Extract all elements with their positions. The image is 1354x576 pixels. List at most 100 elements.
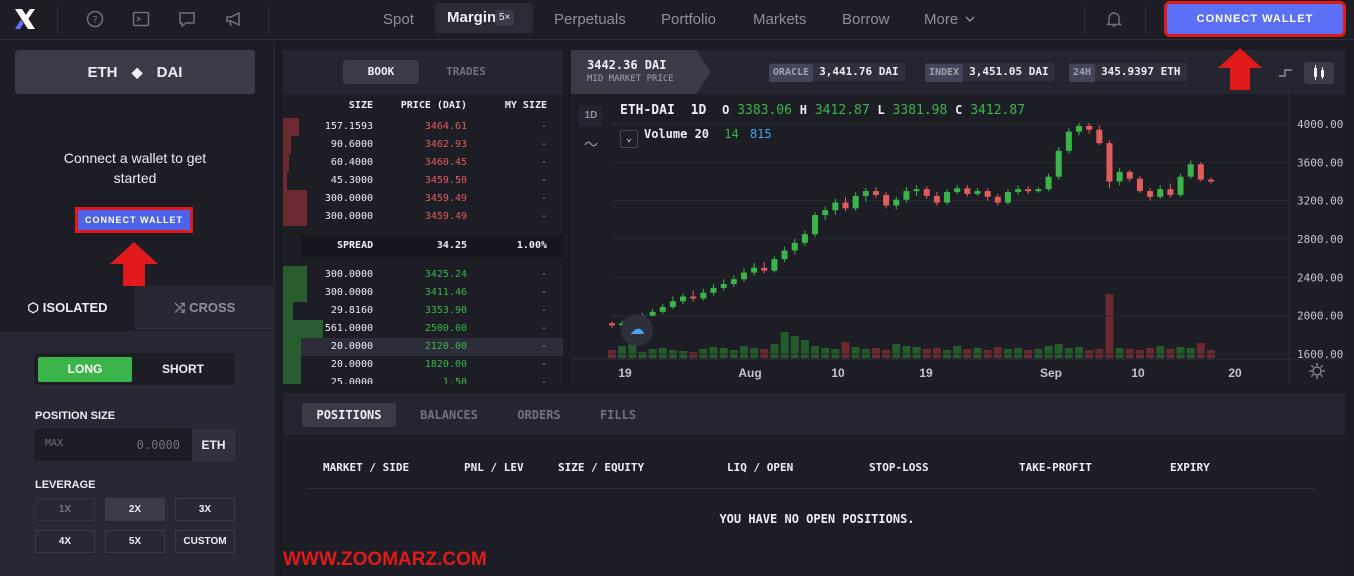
nav-spot[interactable]: Spot (383, 9, 414, 31)
candle-body (1096, 129, 1103, 144)
depth-bar (283, 374, 301, 384)
nav-markets[interactable]: Markets (753, 9, 806, 31)
terminal-icon[interactable] (132, 10, 150, 28)
max-button[interactable]: MAX (45, 438, 63, 449)
x-tick-label: 10 (831, 366, 845, 380)
candle-chart-toggle[interactable] (1304, 62, 1334, 84)
interval-selector[interactable]: 1D (579, 106, 603, 126)
candle-body (974, 191, 981, 194)
ask-row[interactable]: 45.3000 3459.50 - (283, 172, 563, 190)
bid-row[interactable]: 20.0000 2120.00 - (283, 338, 563, 356)
connect-wallet-button-panel[interactable]: CONNECT WALLET (78, 210, 190, 230)
leverage-label: LEVERAGE (35, 479, 96, 491)
help-icon[interactable]: ? (86, 10, 104, 28)
header-divider (307, 488, 1315, 489)
chat-icon[interactable] (178, 10, 196, 28)
connect-wallet-button-top[interactable]: CONNECT WALLET (1167, 4, 1343, 34)
tab-orders[interactable]: ORDERS (505, 403, 573, 427)
volume-bar (851, 347, 860, 358)
col-market-side[interactable]: MARKET / SIDE (323, 461, 409, 474)
market-base: ETH (87, 64, 118, 81)
tab-fills[interactable]: FILLS (587, 403, 649, 427)
tab-cross[interactable]: ⤮ CROSS (135, 286, 275, 330)
bid-row[interactable]: 300.0000 3425.24 - (283, 266, 563, 284)
indicator-icon[interactable] (584, 138, 598, 150)
book-price: 2500.00 (424, 323, 467, 334)
tab-book[interactable]: BOOK (343, 60, 419, 84)
y-tick-label: 3600.00 (1297, 156, 1343, 169)
candle-body (842, 202, 849, 209)
volume-bar (953, 346, 962, 358)
ask-row[interactable]: 300.0000 3459.49 - (283, 208, 563, 226)
oracle-label: ORACLE (769, 64, 814, 82)
shuffle-icon: ⤮ (174, 300, 186, 315)
megaphone-icon[interactable] (225, 10, 243, 28)
ask-row[interactable]: 300.0000 3459.49 - (283, 190, 563, 208)
long-button[interactable]: LONG (38, 357, 132, 382)
volume-bar (912, 347, 921, 358)
candle-body (1065, 131, 1072, 151)
candlestick-icon (1314, 65, 1324, 80)
settings-icon[interactable] (1308, 362, 1326, 380)
size-unit[interactable]: ETH (192, 429, 235, 461)
tab-cross-label: CROSS (189, 300, 236, 315)
leverage-3x[interactable]: 3X (175, 498, 235, 521)
candle-body (944, 192, 951, 203)
y-tick-label: 2400.00 (1297, 271, 1343, 284)
nav-portfolio[interactable]: Portfolio (661, 9, 716, 31)
spread-pct: 1.00% (516, 240, 547, 251)
bid-row[interactable]: 20.0000 1820.00 - (283, 356, 563, 374)
header-size: SIZE (348, 100, 373, 111)
svg-text:?: ? (92, 15, 97, 26)
ask-row[interactable]: 157.1593 3464.61 - (283, 118, 563, 136)
dydx-logo[interactable] (12, 6, 38, 32)
position-size-input[interactable]: MAX 0.0000 (34, 429, 192, 461)
depth-bar (283, 356, 301, 374)
tab-positions[interactable]: POSITIONS (302, 403, 396, 427)
nav-perpetuals[interactable]: Perpetuals (554, 9, 626, 31)
tab-isolated[interactable]: ⬡ ISOLATED (0, 286, 135, 330)
depth-bar (283, 136, 291, 154)
bid-row[interactable]: 29.8160 3353.90 - (283, 302, 563, 320)
market-selector[interactable]: ETH ◆ DAI (15, 50, 255, 94)
col-stop-loss[interactable]: STOP-LOSS (869, 461, 929, 474)
nav-margin[interactable]: Margin 5× (435, 3, 533, 33)
col-pnl-lev[interactable]: PNL / LEV (464, 461, 524, 474)
nav-more[interactable]: More (924, 9, 958, 31)
ask-row[interactable]: 60.4000 3460.45 - (283, 154, 563, 172)
volume-bar (719, 348, 728, 358)
short-button[interactable]: SHORT (136, 357, 230, 382)
nav-borrow[interactable]: Borrow (842, 9, 890, 31)
candle-body (801, 234, 808, 243)
open-label: O (722, 103, 730, 117)
tradingview-logo-icon[interactable]: ☁ (621, 314, 653, 346)
volume-24h: 24H 345.9397 ETH (1069, 63, 1187, 82)
tab-balances[interactable]: BALANCES (411, 403, 487, 427)
bid-row[interactable]: 25.0000 1.50 - (283, 374, 563, 384)
leverage-2x[interactable]: 2X (105, 498, 165, 521)
ask-row[interactable]: 90.6000 3462.93 - (283, 136, 563, 154)
volume-value-b: 815 (749, 127, 772, 141)
candle-body (730, 279, 737, 285)
book-my: - (540, 121, 547, 132)
volume-bar (1054, 344, 1063, 358)
line-chart-toggle[interactable] (1271, 62, 1301, 84)
bid-row[interactable]: 300.0000 3411.46 - (283, 284, 563, 302)
col-size-equity[interactable]: SIZE / EQUITY (558, 461, 644, 474)
bid-row[interactable]: 561.0000 2500.00 - (283, 320, 563, 338)
book-my: - (540, 269, 547, 280)
leverage-custom[interactable]: CUSTOM (175, 530, 235, 553)
leverage-4x[interactable]: 4X (35, 530, 95, 553)
leverage-1x[interactable]: 1X (35, 498, 95, 521)
bell-icon[interactable] (1105, 10, 1123, 28)
volume-bar (1146, 348, 1155, 358)
leverage-5x[interactable]: 5X (105, 530, 165, 553)
col-expiry[interactable]: EXPIRY (1170, 461, 1210, 474)
tab-trades[interactable]: TRADES (428, 60, 504, 84)
book-price: 3425.24 (424, 269, 467, 280)
price-chart: 3442.36 DAI MID MARKET PRICE ORACLE 3,441… (571, 50, 1345, 384)
collapse-icon[interactable]: ⌄ (620, 130, 638, 148)
low-value: 3381.98 (892, 103, 948, 118)
col-liq-open[interactable]: LIQ / OPEN (727, 461, 793, 474)
col-take-profit[interactable]: TAKE-PROFIT (1019, 461, 1092, 474)
